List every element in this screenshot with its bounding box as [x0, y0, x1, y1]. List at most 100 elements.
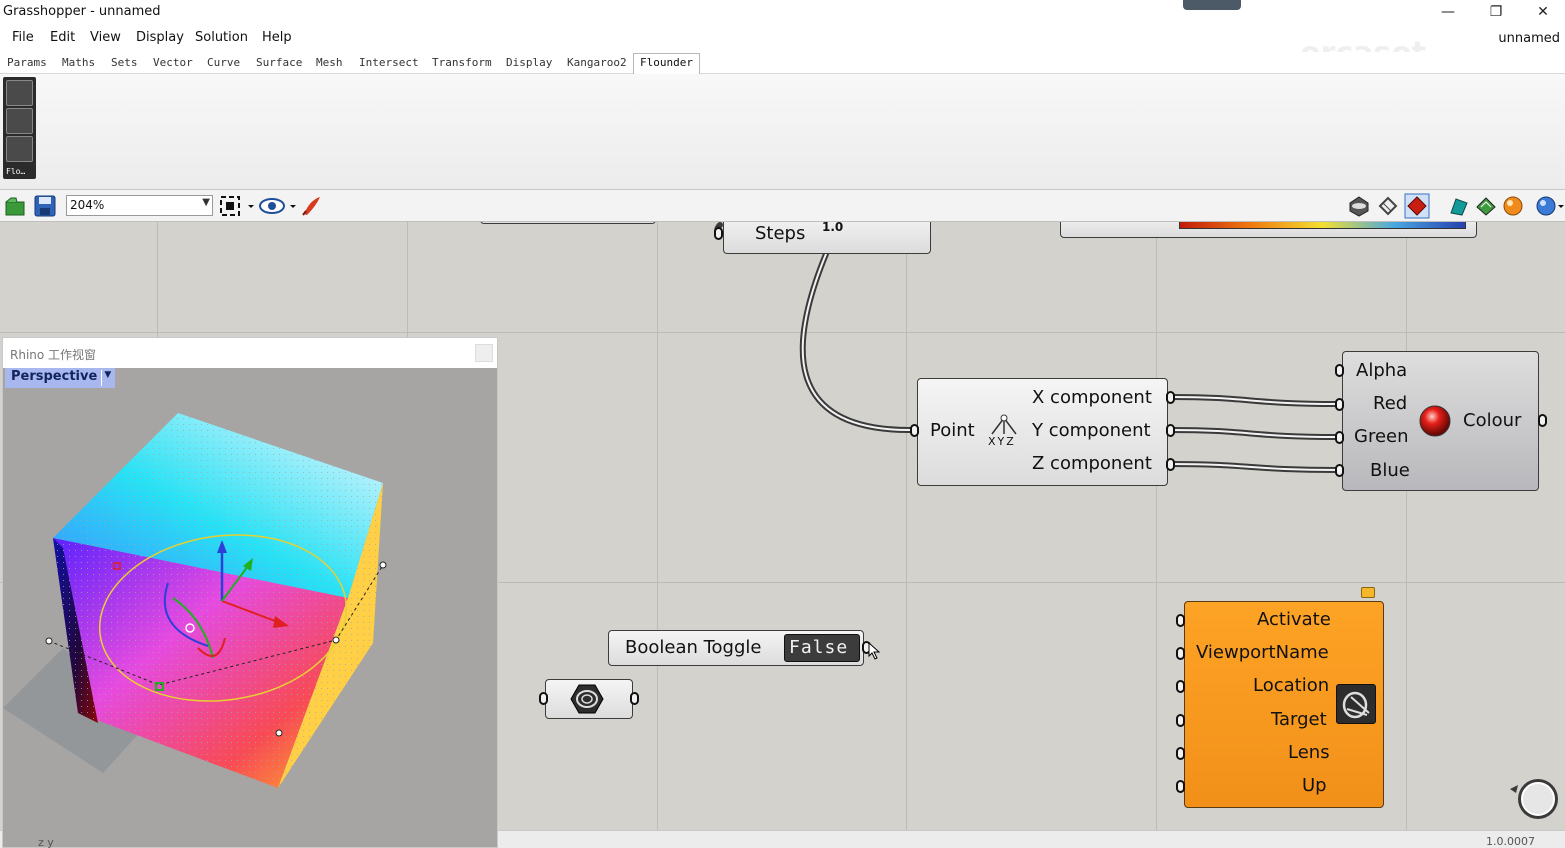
steps-label: Steps — [755, 223, 806, 244]
close-button[interactable]: ✕ — [1520, 0, 1565, 24]
menu-display[interactable]: Display — [136, 30, 184, 45]
world-axes-label: z y — [38, 836, 54, 848]
tab-flounder[interactable]: Flounder — [633, 53, 700, 75]
minimize-button[interactable]: — — [1425, 0, 1471, 24]
tab-params[interactable]: Params — [7, 56, 47, 69]
panel-label: Flo… — [6, 167, 26, 176]
canvas-navigation-widget-icon[interactable] — [1508, 775, 1560, 827]
steps-input-grip[interactable] — [714, 227, 723, 240]
flounder-tool-1-icon[interactable] — [6, 80, 33, 106]
colour-output-label: Colour — [1463, 410, 1522, 431]
boolean-toggle[interactable]: Boolean Toggle False — [608, 630, 864, 666]
rhino-viewport-header: Rhino 工作视窗 — [3, 338, 497, 368]
rhino-viewport-close-button[interactable] — [475, 344, 493, 362]
tab-kangaroo2[interactable]: Kangaroo2 — [567, 56, 627, 69]
menu-file[interactable]: File — [12, 30, 34, 45]
mesh-settings-icon[interactable] — [1475, 195, 1497, 217]
document-sphere-icon[interactable] — [1535, 195, 1565, 217]
preview-wireframe-icon[interactable] — [1348, 195, 1370, 217]
viewportname-input-label: ViewportName — [1196, 642, 1329, 663]
colour-rgba-component[interactable]: Alpha Red Green Blue Colour — [1342, 351, 1539, 491]
tab-transform[interactable]: Transform — [432, 56, 492, 69]
deconstruct-point-component[interactable]: Point XYZ X component Y component Z comp… — [917, 378, 1168, 486]
x-component-label: X component — [1032, 387, 1152, 408]
rgb-colour-cube-point-cloud — [3, 413, 387, 788]
zoom-extents-icon[interactable] — [219, 195, 255, 217]
activate-input-grip[interactable] — [1176, 614, 1185, 627]
target-input-grip[interactable] — [1176, 714, 1185, 727]
green-input-grip[interactable] — [1335, 431, 1344, 444]
lens-input-grip[interactable] — [1176, 747, 1185, 760]
mouse-cursor-icon — [868, 642, 881, 660]
title-bar: Grasshopper - unnamed — ❐ ✕ — [0, 0, 1565, 24]
preview-selected-icon[interactable] — [1404, 193, 1430, 219]
camera-param-input-grip[interactable] — [539, 692, 548, 705]
restore-button[interactable]: ❐ — [1473, 0, 1519, 24]
flounder-panel: Flo… — [3, 77, 36, 179]
z-output-grip[interactable] — [1166, 458, 1175, 471]
tab-surface[interactable]: Surface — [256, 56, 302, 69]
alpha-input-grip[interactable] — [1335, 364, 1344, 377]
camera-icon — [1336, 684, 1376, 724]
mesh-quality-icon[interactable] — [1448, 195, 1470, 217]
location-input-grip[interactable] — [1176, 680, 1185, 693]
camera-param-component[interactable] — [545, 679, 633, 719]
colour-output-grip[interactable] — [1538, 414, 1547, 427]
save-file-icon[interactable] — [34, 195, 56, 217]
lens-input-label: Lens — [1288, 742, 1330, 763]
flounder-camera-tool-icon[interactable] — [6, 108, 33, 134]
tab-curve[interactable]: Curve — [207, 56, 240, 69]
rhino-viewport-title: Rhino 工作视窗 — [10, 348, 97, 362]
viewport-name-tab[interactable]: Perspective ▼ — [5, 368, 116, 388]
toggle-value-box[interactable]: False — [784, 634, 860, 662]
version-label: 1.0.0007 — [1486, 835, 1535, 848]
preview-shaded-icon[interactable] — [1377, 195, 1399, 217]
up-input-label: Up — [1302, 775, 1327, 796]
wire-steps-to-point — [799, 251, 917, 434]
sketch-pen-icon[interactable] — [300, 194, 324, 218]
open-file-icon[interactable] — [5, 196, 25, 216]
tab-maths[interactable]: Maths — [62, 56, 95, 69]
tab-intersect[interactable]: Intersect — [359, 56, 419, 69]
document-name: unnamed — [1498, 31, 1560, 46]
gradient-component[interactable] — [1060, 222, 1477, 238]
hexagon-lens-icon — [570, 684, 604, 714]
rhino-viewport-window[interactable]: Rhino 工作视窗 Perspective ▼ z y — [2, 337, 498, 848]
canvas-toolbar: 204% ▼ — [0, 190, 1565, 222]
grasshopper-window: Grasshopper - unnamed — ❐ ✕ File Edit Vi… — [0, 0, 1565, 848]
tab-sets[interactable]: Sets — [111, 56, 138, 69]
tab-mesh[interactable]: Mesh — [316, 56, 343, 69]
red-input-grip[interactable] — [1335, 398, 1344, 411]
viewportname-input-grip[interactable] — [1176, 647, 1185, 660]
tab-vector[interactable]: Vector — [153, 56, 193, 69]
x-output-grip[interactable] — [1166, 391, 1175, 404]
red-input-label: Red — [1373, 393, 1408, 414]
point-input-label: Point — [930, 420, 975, 441]
xyz-icon-label: XYZ — [988, 435, 1016, 448]
camera-param-output-grip[interactable] — [630, 692, 639, 705]
menu-edit[interactable]: Edit — [50, 30, 75, 45]
material-sphere-icon[interactable] — [1502, 195, 1524, 217]
steps-component[interactable]: Steps 1.0 — [723, 222, 931, 254]
activate-input-label: Activate — [1257, 609, 1331, 630]
zoom-select[interactable]: 204% ▼ — [66, 195, 213, 216]
blue-input-grip[interactable] — [1335, 464, 1344, 477]
preview-eye-icon[interactable] — [259, 195, 299, 217]
viewport-name: Perspective — [11, 369, 98, 384]
up-input-grip[interactable] — [1176, 780, 1185, 793]
flounder-tool-3-icon[interactable] — [6, 136, 33, 162]
steps-value: 1.0 — [822, 222, 844, 234]
alpha-input-label: Alpha — [1356, 360, 1408, 381]
toggle-value: False — [789, 637, 849, 658]
boolean-toggle-label: Boolean Toggle — [625, 637, 762, 658]
menu-help[interactable]: Help — [262, 30, 292, 45]
menu-solution[interactable]: Solution — [195, 30, 248, 45]
tab-display[interactable]: Display — [506, 56, 552, 69]
menu-view[interactable]: View — [90, 30, 121, 45]
gradient-bar — [1179, 222, 1466, 229]
target-input-label: Target — [1271, 709, 1327, 730]
clipped-component[interactable] — [480, 222, 656, 224]
point-input-grip[interactable] — [910, 424, 919, 437]
y-output-grip[interactable] — [1166, 424, 1175, 437]
flounder-camera-component[interactable]: Activate ViewportName Location Target Le… — [1184, 601, 1384, 808]
